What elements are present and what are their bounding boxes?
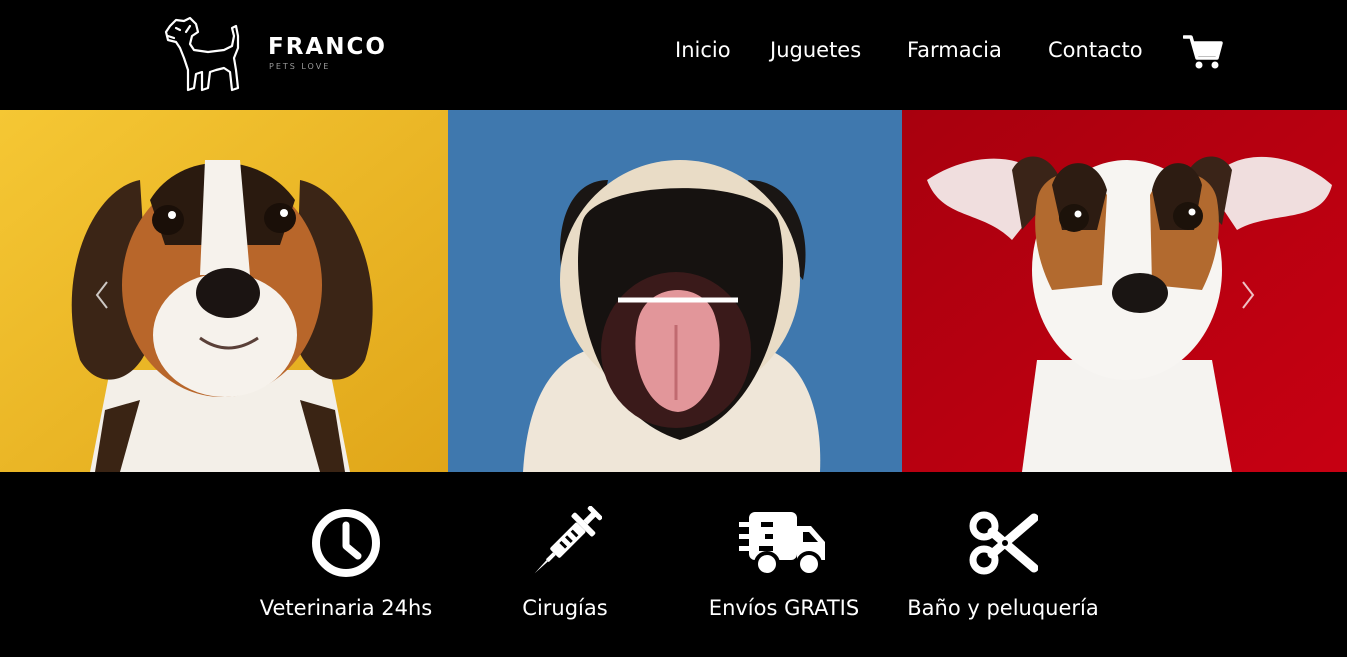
hero-carousel [0, 110, 1347, 472]
beagle-puppy-image [0, 110, 448, 472]
chevron-right-icon[interactable] [1238, 278, 1258, 312]
carousel-slide-beagle [0, 110, 448, 472]
clock-icon [312, 509, 380, 577]
nav-item-inicio[interactable]: Inicio [675, 38, 731, 62]
delivery-truck-icon [739, 512, 825, 577]
jack-russell-puppy-image [902, 110, 1347, 472]
chevron-left-icon[interactable] [92, 278, 112, 312]
services-strip: Veterinaria 24hs Cirugías Envíos GRATIS … [0, 472, 1347, 657]
nav-item-juguetes[interactable]: Juguetes [770, 38, 861, 62]
site-header: FRANCO PETS LOVE Inicio Juguetes Farmaci… [0, 0, 1347, 110]
service-label: Baño y peluquería [907, 596, 1099, 620]
carousel-slide-pug [448, 110, 902, 472]
carousel-slide-jack-russell [902, 110, 1347, 472]
pug-yawning-image [448, 110, 902, 472]
nav-item-contacto[interactable]: Contacto [1048, 38, 1143, 62]
shopping-cart-icon[interactable] [1183, 34, 1223, 70]
dog-outline-icon [164, 16, 240, 92]
brand-name: FRANCO [268, 34, 387, 60]
syringe-icon [534, 506, 602, 574]
brand-logo[interactable]: FRANCO PETS LOVE [162, 14, 385, 96]
service-label: Veterinaria 24hs [259, 596, 433, 620]
service-label: Cirugías [522, 596, 608, 620]
nav-item-farmacia[interactable]: Farmacia [907, 38, 1002, 62]
scissors-icon [969, 511, 1038, 575]
brand-tagline: PETS LOVE [269, 62, 331, 71]
service-label: Envíos GRATIS [708, 596, 860, 620]
